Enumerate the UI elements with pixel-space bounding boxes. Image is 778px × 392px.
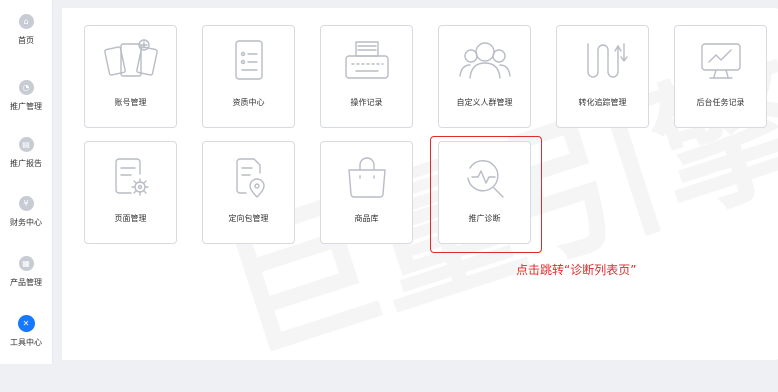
sidebar: ⌂ 首页 ◔ 推广管理 ▤ 推广报告 ¥ 财务中心 ▦ 产品管理 ✕ 工具中心	[0, 0, 53, 364]
sidebar-item-finance[interactable]: ¥ 财务中心	[0, 196, 52, 228]
tool-card-label: 页面管理	[114, 214, 147, 223]
report-icon: ▤	[18, 137, 34, 152]
tool-card-conversion-tracking[interactable]: 转化追踪管理	[556, 25, 649, 128]
tool-card-label: 商品库	[354, 214, 379, 223]
sidebar-item-tools[interactable]: ✕ 工具中心	[0, 315, 52, 348]
tool-card-custom-audience[interactable]: 自定义人群管理	[438, 25, 531, 128]
monitor-icon	[700, 43, 741, 79]
sidebar-item-label: 推广报告	[10, 159, 42, 168]
tool-card-targeting-package[interactable]: 定向包管理	[202, 141, 295, 244]
tool-card-product-library[interactable]: 商品库	[320, 141, 413, 244]
tool-card-operation-log[interactable]: 操作记录	[320, 25, 413, 128]
location-doc-icon	[235, 158, 265, 198]
people-icon	[458, 42, 511, 79]
tool-card-label: 操作记录	[350, 98, 383, 107]
tool-card-qualification[interactable]: 资质中心	[202, 25, 295, 128]
tool-card-label: 自定义人群管理	[456, 98, 513, 107]
tools-icon: ✕	[17, 315, 35, 332]
sidebar-item-label: 财务中心	[10, 218, 42, 227]
cards-icon	[103, 39, 158, 77]
product-icon: ▦	[18, 256, 34, 271]
sidebar-item-label: 首页	[18, 36, 34, 45]
tool-card-label: 资质中心	[232, 98, 265, 107]
tool-grid-panel: 巨量引擎 账号管理 资质中心	[62, 8, 778, 360]
tool-card-label: 转化追踪管理	[578, 98, 627, 107]
bag-icon	[347, 157, 386, 198]
sidebar-item-label: 产品管理	[10, 278, 42, 287]
sidebar-item-label: 推广管理	[10, 102, 42, 111]
sidebar-item-home[interactable]: ⌂ 首页	[0, 14, 52, 46]
tool-card-label: 推广诊断	[468, 214, 501, 223]
checklist-icon	[234, 40, 263, 80]
page-gear-icon	[114, 158, 149, 196]
tool-card-background-tasks[interactable]: 后台任务记录	[674, 25, 767, 128]
annotation-text: 点击跳转“诊断列表页”	[516, 263, 637, 277]
tool-card-page-management[interactable]: 页面管理	[84, 141, 177, 244]
tool-card-label: 后台任务记录	[696, 98, 745, 107]
tool-card-account[interactable]: 账号管理	[84, 25, 177, 128]
sidebar-item-label: 工具中心	[10, 338, 42, 347]
sidebar-item-promotion[interactable]: ◔ 推广管理	[0, 80, 52, 112]
tracking-icon	[586, 43, 628, 78]
sidebar-item-report[interactable]: ▤ 推广报告	[0, 137, 52, 169]
promotion-icon: ◔	[18, 80, 34, 95]
typewriter-icon	[344, 41, 389, 79]
tool-card-label: 定向包管理	[228, 214, 269, 223]
sidebar-item-product[interactable]: ▦ 产品管理	[0, 256, 52, 288]
yen-icon: ¥	[18, 196, 34, 211]
tool-card-label: 账号管理	[114, 98, 147, 107]
home-icon: ⌂	[18, 14, 34, 29]
tool-card-promotion-diagnosis[interactable]: 推广诊断	[438, 141, 531, 244]
diagnosis-icon	[466, 160, 504, 198]
